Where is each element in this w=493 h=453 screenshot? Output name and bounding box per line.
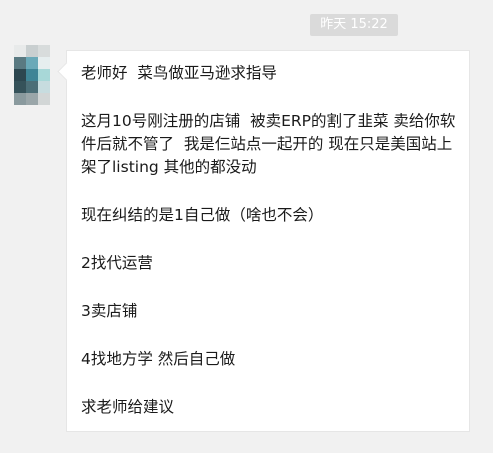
avatar-pixel — [38, 45, 50, 57]
avatar-pixel — [26, 57, 38, 69]
avatar-pixel — [38, 93, 50, 105]
message-line-option-4: 4找地方学 然后自己做 — [81, 350, 236, 368]
message-line-option-2: 2找代运营 — [81, 254, 153, 272]
avatar-pixel — [14, 45, 26, 57]
avatar-pixel — [14, 81, 26, 93]
avatar-pixel — [38, 57, 50, 69]
avatar-pixel — [26, 93, 38, 105]
avatar-pixel — [14, 93, 26, 105]
sender-avatar[interactable] — [14, 45, 50, 105]
message-line-greeting: 老师好 菜鸟做亚马逊求指导 — [81, 64, 277, 82]
avatar-pixel — [38, 81, 50, 93]
message-line-request: 求老师给建议 — [81, 398, 175, 416]
message-line-situation: 这月10号刚注册的店铺 被卖ERP的割了韭菜 卖给你软件后就不管了 我是仨站点一… — [81, 112, 456, 176]
avatar-pixel — [14, 69, 26, 81]
avatar-pixel — [26, 45, 38, 57]
avatar-pixel — [26, 81, 38, 93]
message-line-option-3: 3卖店铺 — [81, 302, 138, 320]
message-bubble[interactable]: 老师好 菜鸟做亚马逊求指导 这月10号刚注册的店铺 被卖ERP的割了韭菜 卖给你… — [66, 50, 470, 432]
avatar-pixel — [38, 69, 50, 81]
message-timestamp: 昨天 15:22 — [310, 14, 398, 36]
avatar-pixel — [14, 57, 26, 69]
message-line-option-1: 现在纠结的是1自己做（啥也不会） — [81, 206, 324, 224]
avatar-pixel — [26, 69, 38, 81]
